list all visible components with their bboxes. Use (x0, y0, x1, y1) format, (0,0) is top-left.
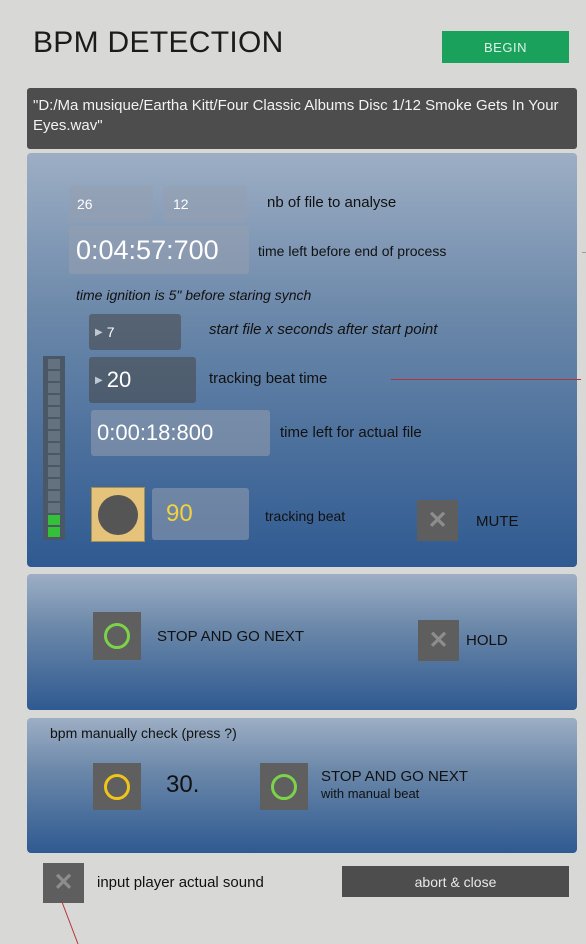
meter-segment (48, 383, 60, 393)
x-icon: ✕ (427, 506, 448, 534)
meter-segment (48, 503, 60, 513)
tracking-time-number[interactable]: ▶ 20 (89, 357, 196, 403)
actual-file-time-display: 0:00:18:800 (91, 410, 270, 456)
meter-segment (48, 515, 60, 525)
nb-files-label: nb of file to analyse (267, 194, 397, 211)
manual-stop-next-line2: with manual beat (321, 786, 420, 801)
patch-cord (582, 252, 586, 253)
hold-label: HOLD (466, 632, 508, 649)
patch-cord (391, 379, 581, 380)
hold-toggle[interactable]: ✕ (418, 620, 459, 661)
manual-stop-and-go-next-button[interactable] (260, 763, 308, 810)
tracking-time-label: tracking beat time (209, 370, 328, 387)
manual-stop-and-go-next-label: STOP AND GO NEXT with manual beat (321, 768, 468, 802)
meter-segment (48, 359, 60, 369)
stop-and-go-next-button[interactable] (93, 612, 141, 660)
ring-icon (104, 623, 130, 649)
ring-icon (271, 773, 297, 800)
meter-segment (48, 455, 60, 465)
files-to-analyse-number[interactable]: 12 (163, 186, 247, 222)
input-sound-label: input player actual sound (97, 874, 264, 891)
x-icon: ✕ (53, 869, 74, 896)
start-offset-value: 7 (106, 324, 115, 340)
patch-cord (61, 901, 79, 944)
meter-segment (48, 479, 60, 489)
meter-segment (48, 467, 60, 477)
meter-segment (48, 491, 60, 501)
meter-segment (48, 419, 60, 429)
meter-segment (48, 527, 60, 537)
start-offset-label: start file x seconds after start point (209, 321, 438, 338)
ignition-note: time ignition is 5" before staring synch (76, 287, 312, 303)
meter-segment (48, 431, 60, 441)
manual-bpm-value: 30. (166, 771, 200, 798)
beat-dot-icon (98, 494, 138, 535)
ring-icon (104, 773, 130, 800)
meter-segment (48, 443, 60, 453)
total-files-number[interactable]: 26 (69, 186, 153, 222)
time-left-label: time left before end of process (258, 243, 447, 259)
page-title: BPM DETECTION (33, 26, 284, 59)
start-offset-number[interactable]: ▶ 7 (89, 314, 181, 350)
actual-file-time-label: time left for actual file (280, 424, 422, 441)
manual-beat-button[interactable] (93, 763, 141, 810)
stop-and-go-next-label: STOP AND GO NEXT (157, 628, 304, 645)
input-sound-toggle[interactable]: ✕ (43, 863, 84, 903)
beat-indicator (91, 487, 145, 542)
mute-label: MUTE (476, 513, 519, 530)
level-meter (43, 356, 65, 540)
mute-toggle[interactable]: ✕ (417, 500, 458, 541)
tracking-time-value: 20 (106, 367, 132, 392)
tracking-beat-label: tracking beat (265, 508, 346, 524)
tracking-beat-value: 90 (152, 488, 249, 540)
manual-stop-next-line1: STOP AND GO NEXT (321, 768, 468, 785)
abort-close-button[interactable]: abort & close (342, 866, 569, 897)
manual-check-title: bpm manually check (press ?) (50, 725, 237, 741)
meter-segment (48, 371, 60, 381)
triangle-right-icon: ▶ (95, 326, 103, 338)
file-path-display: "D:/Ma musique/Eartha Kitt/Four Classic … (27, 88, 577, 149)
time-left-display: 0:04:57:700 (69, 226, 249, 274)
meter-segment (48, 395, 60, 405)
begin-button[interactable]: BEGIN (442, 31, 569, 63)
meter-segment (48, 407, 60, 417)
x-icon: ✕ (428, 626, 449, 654)
triangle-right-icon: ▶ (95, 374, 103, 386)
